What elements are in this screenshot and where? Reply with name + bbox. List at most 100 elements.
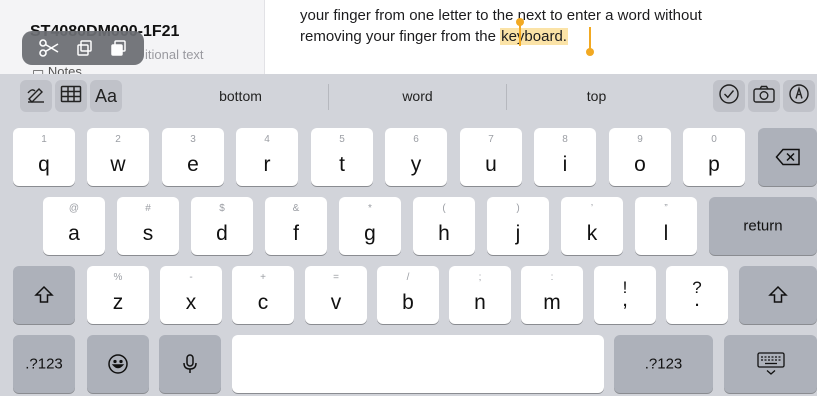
key-e[interactable]: 3e	[162, 128, 224, 186]
shift-key-right[interactable]	[739, 266, 817, 324]
key-letter: a	[68, 222, 80, 245]
key-hint: 2	[115, 134, 121, 145]
key-hint: @	[68, 203, 80, 214]
key-g[interactable]: * g	[339, 197, 401, 255]
key-b[interactable]: / b	[377, 266, 439, 324]
key-letter: e	[187, 153, 199, 176]
numbers-key-right[interactable]: .?123	[614, 335, 713, 393]
key-h[interactable]: (h	[413, 197, 475, 255]
key-hint: ;	[478, 272, 482, 283]
key-i[interactable]: 8i	[534, 128, 596, 186]
selection-end-bar	[589, 27, 591, 49]
checklist-icon	[718, 83, 740, 110]
key-letter: h	[438, 222, 450, 245]
table-icon	[60, 85, 82, 108]
key-hint: *	[368, 203, 372, 214]
checklist-button[interactable]	[713, 80, 745, 112]
key-hint: )	[516, 203, 520, 214]
key-hint: #	[145, 203, 151, 214]
key-v[interactable]: = v	[305, 266, 367, 324]
key-letter: l	[663, 222, 669, 245]
key-hint: 6	[413, 134, 419, 145]
key-hint: 7	[488, 134, 494, 145]
suggestion-2[interactable]: word	[345, 88, 490, 104]
key-letter: s	[142, 222, 154, 245]
key-hint: :	[550, 272, 554, 283]
key-letter: q	[38, 153, 50, 176]
key-letter: u	[485, 153, 497, 176]
key-letter: y	[410, 153, 422, 176]
key-letter: b	[402, 291, 414, 314]
key-letter: m	[543, 291, 561, 314]
paste-icon[interactable]	[110, 39, 128, 57]
key-o[interactable]: 9o	[609, 128, 671, 186]
key-letter: f	[293, 222, 299, 245]
table-button[interactable]	[55, 80, 87, 112]
format-button[interactable]: Aa	[90, 80, 122, 112]
key-c[interactable]: + c	[232, 266, 294, 324]
key-exclamation-comma[interactable]: !,	[594, 266, 656, 324]
numbers-key-left[interactable]: .?123	[13, 335, 75, 393]
note-body-line-1: your finger from one letter to the next …	[300, 7, 702, 24]
suggestion-3[interactable]: top	[524, 88, 669, 104]
key-l[interactable]: ” l	[635, 197, 697, 255]
suggestion-divider	[328, 84, 329, 110]
key-r[interactable]: 4r	[236, 128, 298, 186]
copy-icon[interactable]	[76, 39, 94, 57]
backspace-key[interactable]	[758, 128, 817, 186]
key-s[interactable]: # s	[117, 197, 179, 255]
scissors-icon[interactable]	[38, 39, 60, 57]
numbers-label: .?123	[25, 355, 63, 373]
dictation-key[interactable]	[159, 335, 221, 393]
key-d[interactable]: $ d	[191, 197, 253, 255]
key-j[interactable]: ) j	[487, 197, 549, 255]
key-x[interactable]: -x	[160, 266, 222, 324]
key-letter: o	[634, 153, 646, 176]
note-editor[interactable]: ST4080DM000-1F21 itional text ▭ Notes yo…	[0, 0, 817, 74]
selected-text[interactable]: keyboard.	[500, 28, 568, 45]
markup-icon	[788, 83, 810, 110]
key-question-period[interactable]: ?.	[666, 266, 728, 324]
shift-key-left[interactable]	[13, 266, 75, 324]
key-hint: -	[189, 272, 193, 283]
space-bar[interactable]	[232, 335, 604, 393]
key-z[interactable]: % z	[87, 266, 149, 324]
microphone-icon	[159, 353, 221, 375]
key-hint: %	[113, 272, 123, 283]
key-f[interactable]: & f	[265, 197, 327, 255]
key-p[interactable]: 0p	[683, 128, 745, 186]
note-body-line-2-text: removing your finger from the	[300, 28, 501, 45]
key-letter: n	[474, 291, 486, 314]
key-m[interactable]: :m	[521, 266, 583, 324]
key-k[interactable]: ’ k	[561, 197, 623, 255]
return-key[interactable]: return	[709, 197, 817, 255]
key-n[interactable]: ; n	[449, 266, 511, 324]
note-body-line-2: removing your finger from the keyboard.	[300, 26, 800, 47]
key-hint: 9	[637, 134, 643, 145]
dismiss-keyboard-key[interactable]	[724, 335, 817, 393]
return-label: return	[743, 217, 783, 235]
camera-button[interactable]	[748, 80, 780, 112]
key-t[interactable]: 5t	[311, 128, 373, 186]
keyboard-dismiss-icon	[724, 351, 817, 377]
key-u[interactable]: 7u	[460, 128, 522, 186]
format-label: Aa	[94, 85, 118, 106]
scribble-button[interactable]	[20, 80, 52, 112]
key-y[interactable]: 6y	[385, 128, 447, 186]
markup-button[interactable]	[783, 80, 815, 112]
key-a[interactable]: @ a	[43, 197, 105, 255]
emoji-key[interactable]	[87, 335, 149, 393]
note-body-text[interactable]: your finger from one letter to the next …	[300, 5, 800, 47]
key-w[interactable]: 2w	[87, 128, 149, 186]
selection-end-handle[interactable]	[586, 48, 594, 56]
emoji-icon	[87, 353, 149, 375]
key-hint: 1	[41, 134, 47, 145]
numbers-label: .?123	[644, 355, 683, 373]
key-letter: c	[257, 291, 269, 314]
note-list-subtitle: itional text	[145, 47, 204, 62]
key-letter: k	[586, 222, 598, 245]
shift-icon	[13, 285, 75, 305]
key-q[interactable]: 1q	[13, 128, 75, 186]
key-hint: /	[406, 272, 410, 283]
suggestion-1[interactable]: bottom	[168, 88, 313, 104]
